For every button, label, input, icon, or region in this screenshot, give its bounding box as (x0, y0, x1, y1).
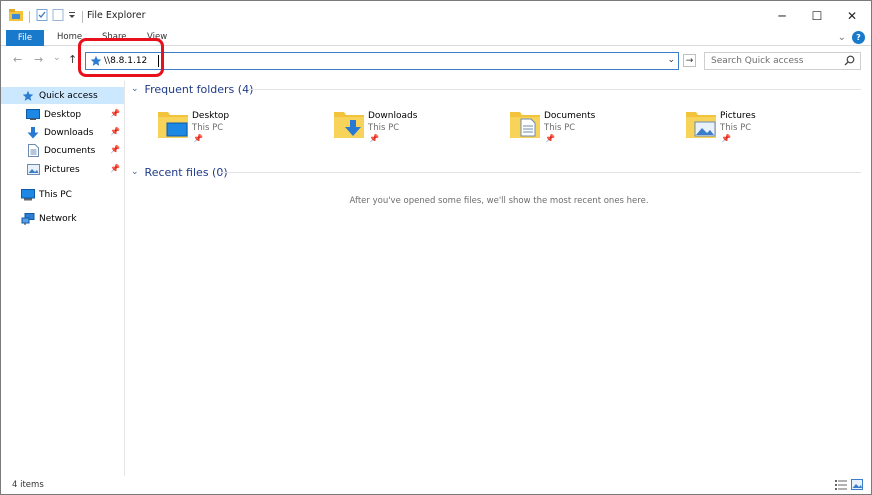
address-bar[interactable]: \\8.8.1.12 ⌄ (85, 52, 679, 70)
search-icon[interactable] (844, 55, 855, 69)
recent-locations-chevron-icon[interactable]: ⌄ (53, 53, 61, 63)
folder-name: Desktop (192, 111, 230, 121)
recent-files-header[interactable]: ⌄ Recent files (0) (131, 164, 228, 180)
folder-tile-pictures[interactable]: Pictures This PC 📌 (685, 109, 835, 149)
tab-file[interactable]: File (6, 30, 44, 46)
computer-icon (21, 188, 35, 201)
folder-location: This PC (720, 123, 752, 133)
folder-tile-desktop[interactable]: Desktop This PC 📌 (157, 109, 307, 149)
text-cursor (158, 55, 159, 67)
folder-app-icon (9, 9, 23, 24)
pin-icon: 📌 (369, 134, 379, 143)
title-bar: File Explorer ─ ☐ ✕ (1, 1, 871, 31)
sidebar-item-label: Quick access (39, 90, 98, 101)
quick-access-star-icon (90, 55, 102, 70)
search-placeholder[interactable]: Search Quick access (711, 56, 803, 66)
forward-button[interactable]: → (34, 53, 43, 66)
recent-files-empty-message: After you've opened some files, we'll sh… (349, 196, 649, 206)
pictures-icon (26, 164, 40, 176)
sidebar-item-downloads[interactable]: Downloads 📌 (1, 124, 124, 141)
folder-name: Documents (544, 111, 596, 121)
up-button[interactable]: ↑ (68, 53, 77, 66)
toolbar-divider (29, 10, 30, 23)
folder-tile-documents[interactable]: Documents This PC 📌 (509, 109, 659, 149)
frequent-folders-header[interactable]: ⌄ Frequent folders (4) (131, 81, 253, 97)
large-icons-view-icon[interactable] (851, 479, 863, 493)
sidebar-item-label: This PC (39, 189, 72, 200)
network-icon (21, 212, 35, 225)
pin-icon[interactable]: 📌 (110, 145, 120, 154)
folder-location: This PC (368, 123, 400, 133)
section-title: Frequent folders (4) (144, 82, 254, 96)
collapse-chevron-icon[interactable]: ⌄ (131, 84, 139, 94)
back-button[interactable]: ← (13, 53, 22, 66)
document-icon (26, 144, 40, 157)
customize-toolbar-icon[interactable] (68, 10, 76, 23)
toolbar-divider (82, 10, 83, 23)
sidebar-item-pictures[interactable]: Pictures 📌 (1, 161, 124, 178)
folder-tile-downloads[interactable]: Downloads This PC 📌 (333, 109, 483, 149)
content-pane: ⌄ Frequent folders (4) Desktop This PC 📌… (127, 79, 871, 477)
expand-ribbon-chevron-icon[interactable]: ⌄ (838, 32, 846, 43)
navigation-bar: ← → ⌄ ↑ \\8.8.1.12 ⌄ → Search Quick acce… (1, 47, 871, 75)
section-divider (221, 172, 861, 173)
sidebar-item-network[interactable]: Network (1, 210, 124, 227)
download-arrow-icon (26, 126, 40, 139)
tab-view[interactable]: View (147, 32, 167, 42)
pin-icon: 📌 (545, 134, 555, 143)
details-view-icon[interactable] (835, 479, 847, 493)
minimize-button[interactable]: ─ (765, 5, 799, 27)
star-icon (21, 90, 35, 102)
search-box[interactable]: Search Quick access (704, 52, 861, 70)
downloads-folder-icon (333, 109, 365, 142)
sidebar-item-this-pc[interactable]: This PC (1, 186, 124, 203)
new-folder-icon[interactable] (52, 9, 64, 24)
address-input[interactable]: \\8.8.1.12 (104, 56, 147, 66)
sidebar-item-desktop[interactable]: Desktop 📌 (1, 106, 124, 123)
sidebar-item-label: Desktop (44, 109, 82, 120)
folder-location: This PC (544, 123, 576, 133)
window-title: File Explorer (87, 10, 146, 21)
tab-share[interactable]: Share (102, 32, 127, 42)
navigation-pane: Quick access Desktop 📌 Downloads 📌 Docum… (1, 81, 125, 476)
go-button[interactable]: → (683, 54, 696, 67)
help-icon[interactable]: ? (852, 31, 865, 44)
ribbon-tabs: File Home Share View ⌄ ? (1, 30, 871, 46)
pin-icon[interactable]: 📌 (110, 127, 120, 136)
collapse-chevron-icon[interactable]: ⌄ (131, 167, 139, 177)
pin-icon: 📌 (721, 134, 731, 143)
sidebar-item-label: Pictures (44, 164, 80, 175)
pin-icon[interactable]: 📌 (110, 164, 120, 173)
address-dropdown-chevron-icon[interactable]: ⌄ (667, 55, 675, 65)
tab-home[interactable]: Home (57, 32, 82, 42)
status-bar: 4 items (1, 477, 871, 494)
folder-name: Downloads (368, 111, 418, 121)
sidebar-item-label: Network (39, 213, 77, 224)
sidebar-item-label: Documents (44, 145, 96, 156)
pin-icon: 📌 (193, 134, 203, 143)
maximize-button[interactable]: ☐ (800, 5, 834, 27)
file-explorer-window: File Explorer ─ ☐ ✕ File Home Share View… (0, 0, 872, 495)
sidebar-item-documents[interactable]: Documents 📌 (1, 142, 124, 159)
sidebar-item-quick-access[interactable]: Quick access (1, 87, 124, 104)
desktop-icon (26, 109, 40, 121)
folder-name: Pictures (720, 111, 756, 121)
section-divider (249, 89, 861, 90)
quick-access-toolbar (9, 9, 85, 24)
documents-folder-icon (509, 109, 541, 142)
sidebar-item-label: Downloads (44, 127, 94, 138)
desktop-folder-icon (157, 109, 189, 142)
item-count: 4 items (12, 480, 44, 490)
pictures-folder-icon (685, 109, 717, 142)
folder-location: This PC (192, 123, 224, 133)
close-button[interactable]: ✕ (835, 5, 869, 27)
properties-icon[interactable] (36, 9, 48, 24)
ribbon-right-controls: ⌄ ? (838, 31, 865, 44)
pin-icon[interactable]: 📌 (110, 109, 120, 118)
view-switcher (835, 479, 863, 493)
section-title: Recent files (0) (144, 165, 228, 179)
